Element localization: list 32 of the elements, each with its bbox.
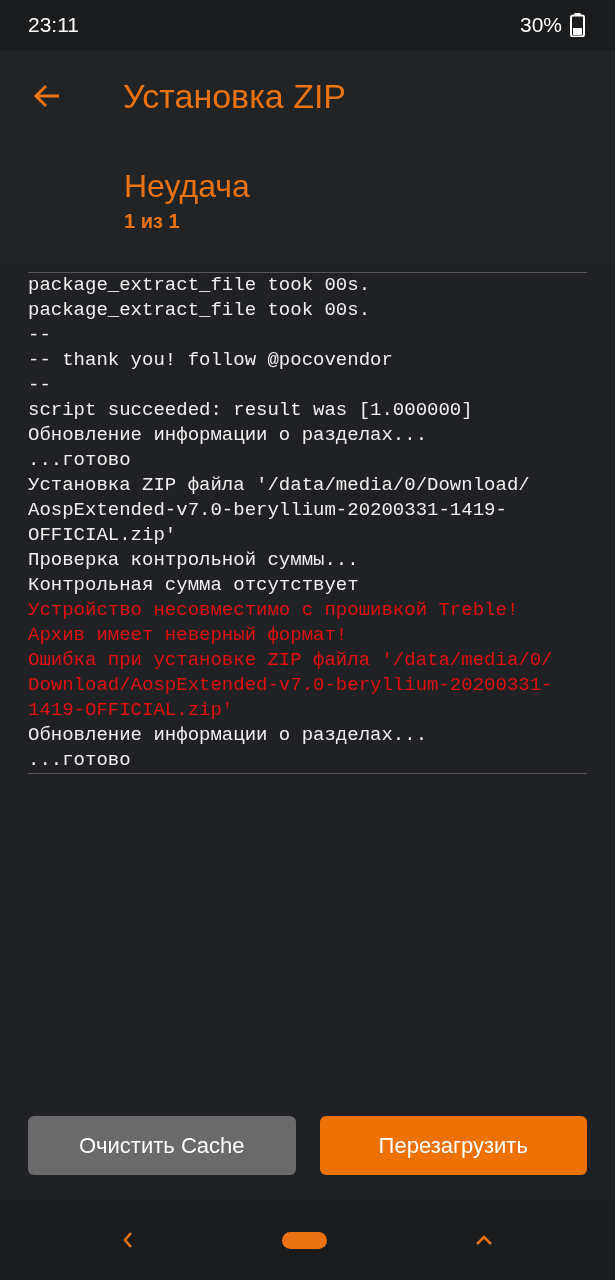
log-line: script succeeded: result was [1.000000] <box>28 398 474 423</box>
log-line: -- <box>28 373 52 398</box>
screen-title: Установка ZIP <box>123 79 347 113</box>
error-log-line: 1419-OFFICIAL.zip' <box>28 698 235 723</box>
progress-count: 1 из 1 <box>124 209 181 234</box>
clock: 23:11 <box>28 12 79 39</box>
error-log-line: Архив имеет неверный формат! <box>28 623 349 648</box>
log-line: Проверка контрольной суммы... <box>28 548 360 573</box>
log-line: -- <box>28 323 52 348</box>
log-line: OFFICIAL.zip' <box>28 523 178 548</box>
log-line: package_extract_file took 00s. <box>28 273 372 298</box>
log-line: Контрольная сумма отсутствует <box>28 573 360 598</box>
back-icon[interactable] <box>122 1231 134 1249</box>
log-line: AospExtended-v7.0-beryllium-20200331-1419- <box>28 498 508 523</box>
install-status: Неудача <box>124 170 251 202</box>
reboot-button[interactable]: Перезагрузить <box>319 1116 587 1175</box>
clear-cache-button[interactable]: Очистить Cache <box>28 1116 296 1175</box>
back-arrow-icon[interactable] <box>33 84 61 108</box>
up-chevron-icon[interactable] <box>475 1234 493 1246</box>
log-line: ...готово <box>28 748 132 773</box>
battery-icon <box>570 13 585 37</box>
log-line: package_extract_file took 00s. <box>28 298 372 323</box>
log-line: ...готово <box>28 448 132 473</box>
battery-level: 30% <box>519 12 562 39</box>
log-line: Установка ZIP файла '/data/media/0/Download/ <box>28 473 531 498</box>
log-line: Обновление информации о разделах... <box>28 423 429 448</box>
error-log-line: Download/AospExtended-v7.0-beryllium-20200331- <box>28 673 554 698</box>
error-log-line: Ошибка при установке ZIP файла '/data/media/0/ <box>28 648 554 673</box>
error-log-line: Устройство несовместимо с прошивкой Treble! <box>28 598 520 623</box>
log-line: Обновление информации о разделах... <box>28 723 429 748</box>
log-line: -- thank you! follow @pocovendor <box>28 348 394 373</box>
home-pill-icon[interactable] <box>282 1231 327 1249</box>
